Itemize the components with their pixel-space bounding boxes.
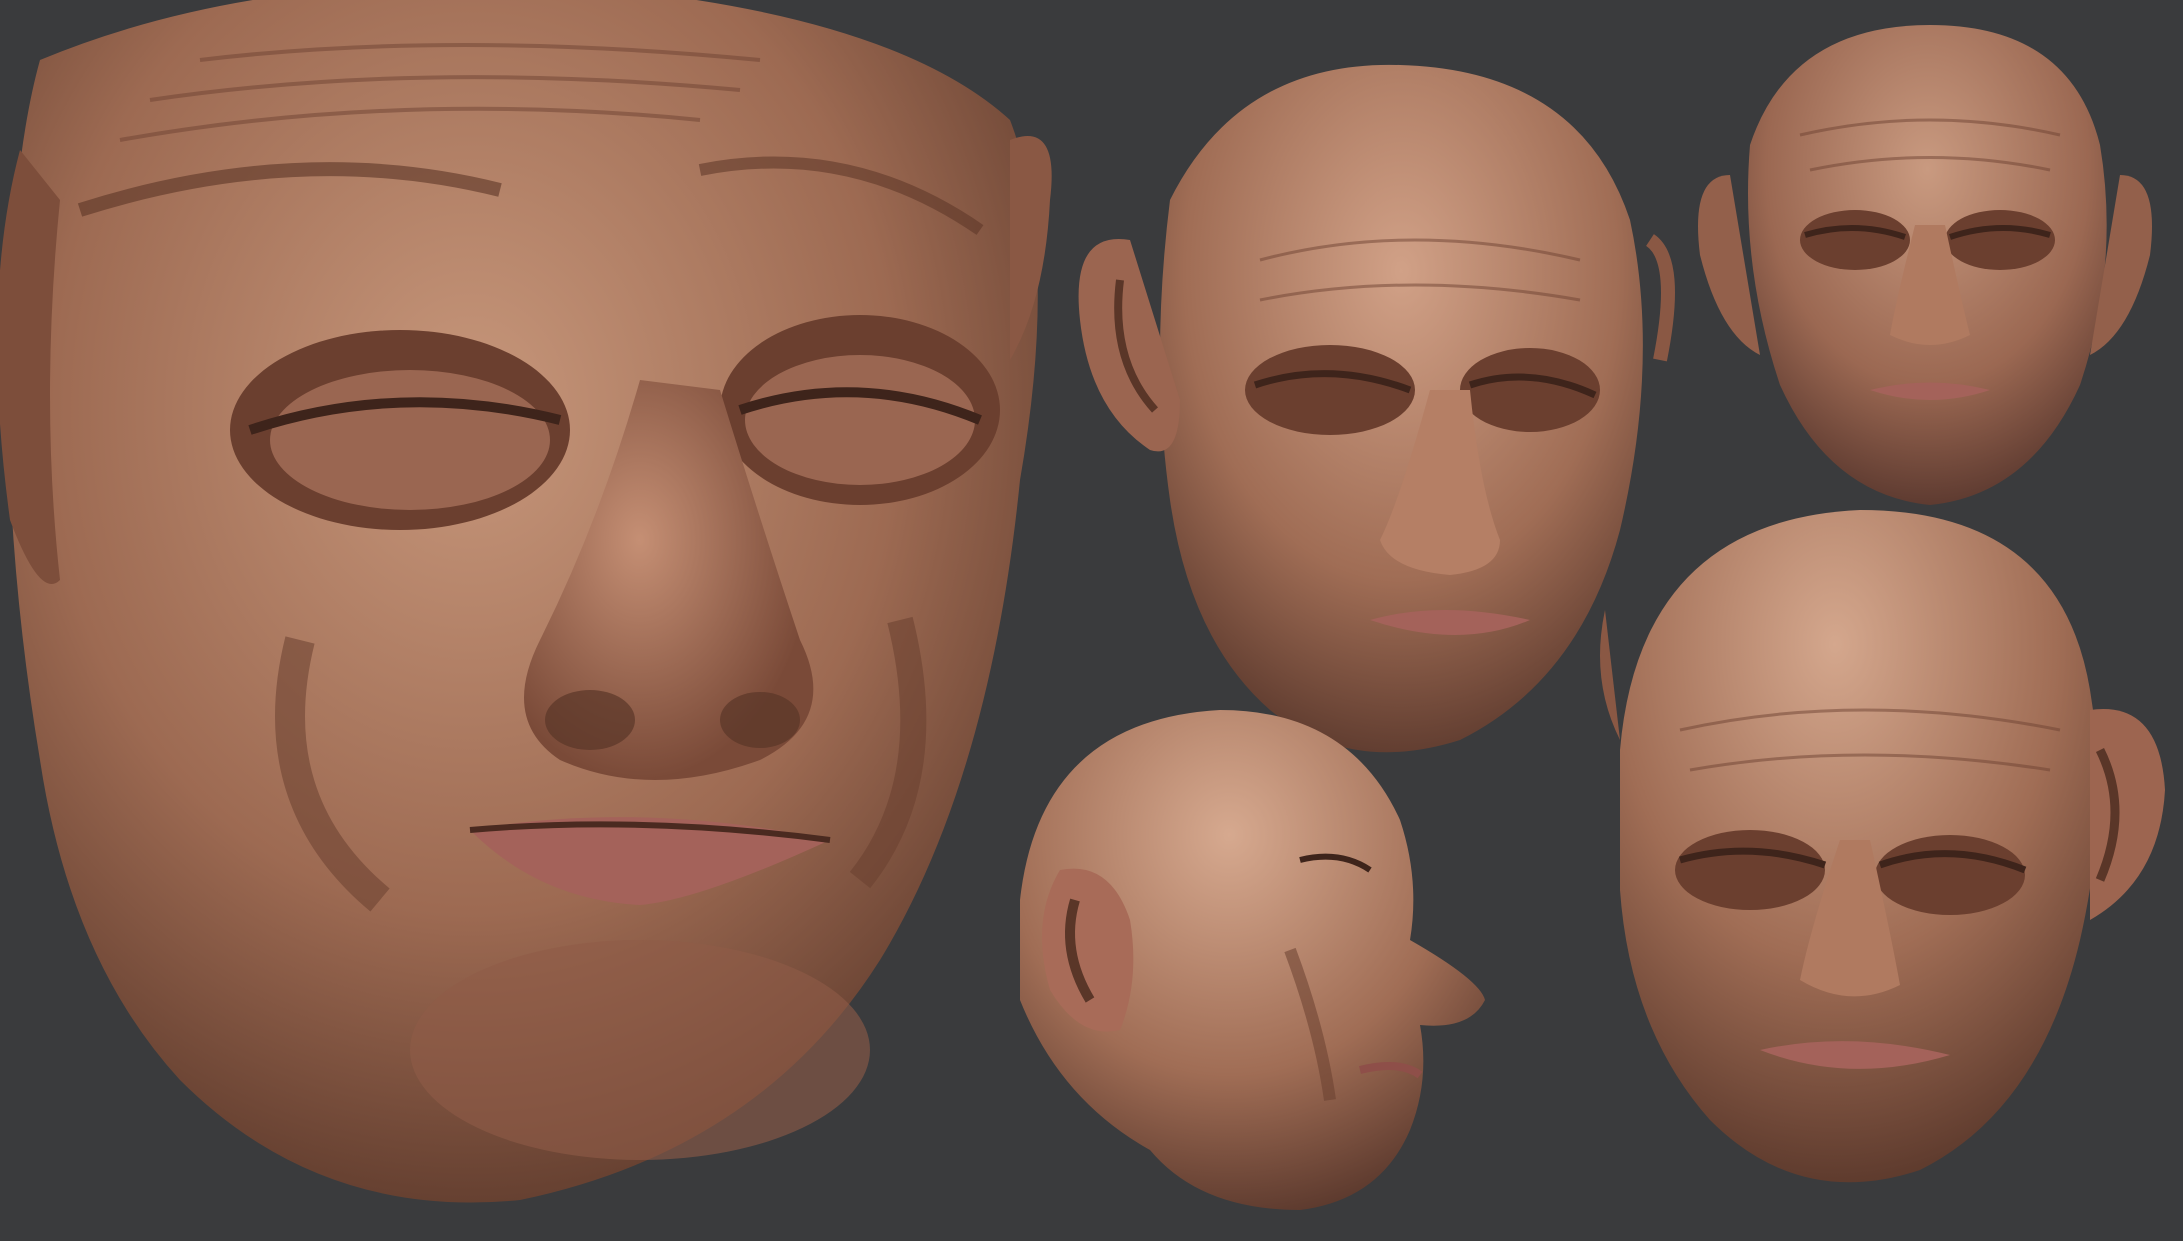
profile-head-render xyxy=(1020,710,1485,1210)
low-angle-head-render xyxy=(1600,510,2165,1183)
closeup-face-render xyxy=(0,0,1052,1203)
sculpt-render-sheet xyxy=(0,0,2183,1241)
three-quarter-head-render xyxy=(1078,64,1675,753)
front-head-render xyxy=(1698,25,2152,505)
